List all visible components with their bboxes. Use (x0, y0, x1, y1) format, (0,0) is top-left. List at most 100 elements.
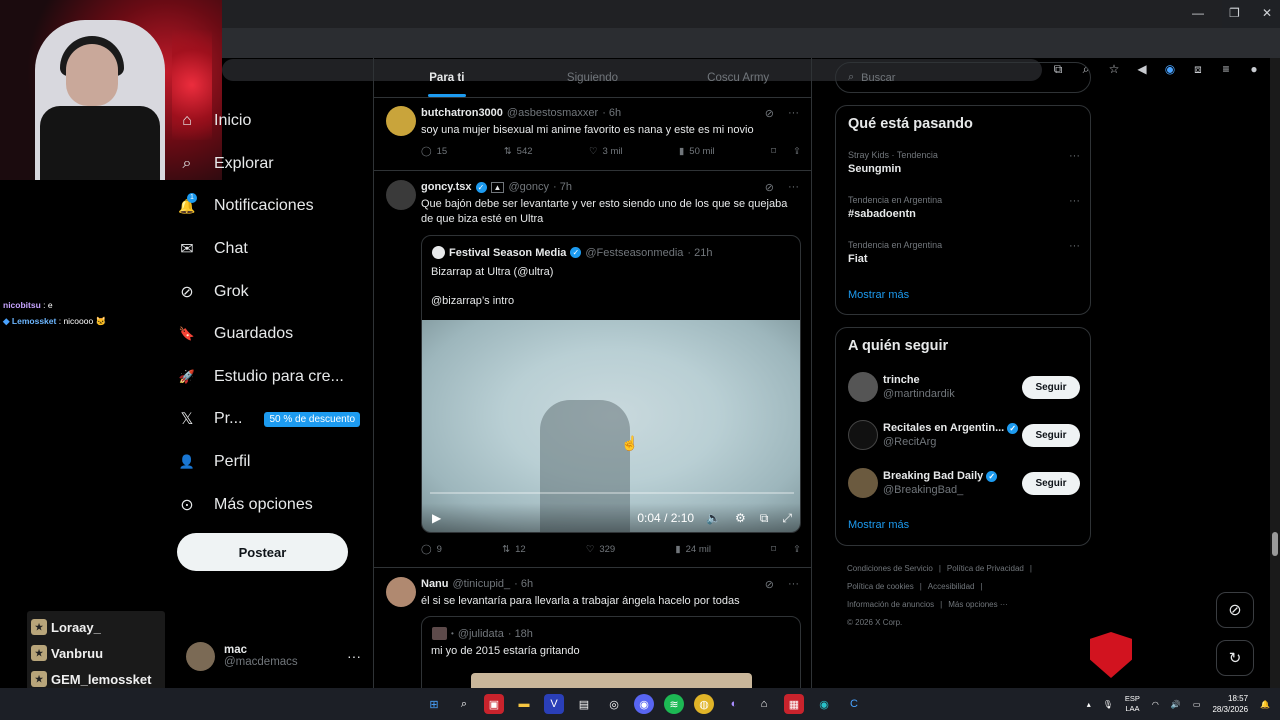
follow-show-more-link[interactable]: Mostrar más (848, 519, 909, 531)
wifi-icon[interactable]: ◠ (1152, 700, 1159, 709)
obs-icon[interactable]: ◎ (604, 694, 624, 714)
trend-item[interactable]: Tendencia en Argentina Fiat ··· (848, 240, 1080, 265)
avatar[interactable] (848, 468, 878, 498)
more-dots-icon[interactable]: ··· (1069, 240, 1080, 252)
extension-a-icon[interactable]: ◉ (1164, 62, 1176, 77)
star-icon[interactable]: ☆ (1108, 62, 1120, 77)
grok-icon[interactable]: ⊘ (765, 107, 774, 120)
avatar[interactable] (386, 577, 416, 607)
close-window-button[interactable]: ✕ (1262, 6, 1272, 20)
tweet-author-handle[interactable]: @tinicupid_ (453, 578, 511, 590)
minimize-button[interactable]: — (1192, 6, 1204, 20)
repost-button[interactable]: ⇅ 542 (504, 146, 533, 157)
browser-app-icon[interactable]: ◐ (724, 694, 744, 714)
account-switcher[interactable]: mac @macdemacs ··· (186, 640, 361, 672)
search-icon[interactable]: ⌕ (454, 694, 474, 714)
avatar[interactable] (386, 106, 416, 136)
tweet[interactable]: goncy.tsx ✓ ▲ @goncy · 7h ⊘ ··· Que bajón… (374, 172, 811, 568)
system-clock[interactable]: 18:57 28/3/2026 (1212, 693, 1248, 715)
vpn-app-icon[interactable]: V (544, 694, 564, 714)
footer-link[interactable]: Condiciones de Servicio (847, 564, 933, 573)
spotify-icon[interactable]: ≋ (664, 694, 684, 714)
extensions-icon[interactable]: ⧈ (1192, 62, 1204, 77)
pdf-app-icon[interactable]: ▤ (574, 694, 594, 714)
notification-bell-icon[interactable]: 🔔 (1260, 700, 1270, 709)
follow-suggestion[interactable]: Recitales en Argentin... ✓ @RecitArg Segu… (848, 417, 1080, 453)
keyboard-language[interactable]: ESP LAA (1125, 694, 1140, 714)
volume-icon[interactable]: 🔊 (1171, 700, 1181, 709)
scrollbar-thumb[interactable] (1272, 532, 1278, 556)
video-player[interactable]: ☝ ▶ 0:04 / 2:10 🔈 ⚙ ⧉ ⤢ (422, 320, 800, 532)
pip-icon[interactable]: ⧉ (760, 511, 769, 526)
tweet[interactable]: butchatron3000 @asbestosmaxxer · 6h ⊘ ···… (374, 98, 811, 171)
tweet[interactable]: Nanu @tinicupid_ · 6h ⊘ ··· él si se leva… (374, 569, 811, 688)
follow-suggestion[interactable]: trinche @martindardik Seguir (848, 369, 1080, 405)
tweet-author-handle[interactable]: @asbestosmaxxer (507, 107, 598, 119)
post-button[interactable]: Postear (177, 533, 348, 571)
trends-show-more-link[interactable]: Mostrar más (848, 289, 909, 301)
tweet-author-name[interactable]: butchatron3000 (421, 107, 503, 119)
file-explorer-icon[interactable]: ▬ (514, 694, 534, 714)
video-progress-bar[interactable] (430, 492, 794, 494)
footer-link[interactable]: Política de Privacidad (947, 564, 1024, 573)
views-button[interactable]: ▮ 50 mil (679, 146, 715, 157)
trend-item[interactable]: Tendencia en Argentina #sabadoentn ··· (848, 195, 1080, 220)
volume-icon[interactable]: 🔈 (706, 511, 721, 526)
more-dots-icon[interactable]: ··· (1069, 195, 1080, 207)
profile-icon[interactable]: ● (1248, 62, 1260, 77)
avatar[interactable] (848, 372, 878, 402)
grok-icon[interactable]: ⊘ (765, 578, 774, 591)
bookmark-button[interactable]: ⌑ ⇪ (771, 146, 801, 157)
share-icon[interactable]: ⇪ (793, 544, 801, 555)
trend-item[interactable]: Stray Kids · Tendencia Seungmin ··· (848, 150, 1080, 175)
windows-start-icon[interactable]: ⊞ (424, 694, 444, 714)
tweet-time[interactable]: · 7h (553, 181, 572, 193)
microphone-icon[interactable]: 🎙 (1103, 700, 1113, 709)
footer-link[interactable]: Información de anuncios (847, 600, 934, 609)
red-app-icon[interactable]: ▣ (484, 694, 504, 714)
more-dots-icon[interactable]: ··· (788, 107, 799, 120)
quote-image[interactable] (471, 673, 752, 688)
follow-name[interactable]: Breaking Bad Daily (883, 470, 983, 482)
nav-item-profile[interactable]: 👤 Perfil (178, 441, 368, 484)
tweet-time[interactable]: · 6h (602, 107, 621, 119)
chrome-icon[interactable]: ◍ (694, 694, 714, 714)
nav-item-notifications[interactable]: 🔔 1 Notificaciones (178, 185, 368, 228)
fullscreen-icon[interactable]: ⤢ (782, 511, 792, 526)
reply-button[interactable]: ◯ 9 (421, 544, 442, 555)
follow-button[interactable]: Seguir (1022, 423, 1080, 447)
avatar[interactable] (848, 420, 878, 450)
tweet-author-handle[interactable]: @goncy (508, 181, 549, 193)
repost-button[interactable]: ⇅ 12 (502, 544, 526, 555)
follow-name[interactable]: Recitales en Argentin... (883, 422, 1004, 434)
more-dots-icon[interactable]: ··· (1069, 150, 1080, 162)
follow-button[interactable]: Seguir (1022, 471, 1080, 495)
like-button[interactable]: ♡ 3 mil (589, 146, 623, 157)
settings-gear-icon[interactable]: ⚙ (735, 511, 746, 526)
views-button[interactable]: ▮ 24 mil (675, 544, 711, 555)
footer-link[interactable]: Más opciones ··· (948, 600, 1008, 609)
ccleaner-icon[interactable]: C (844, 694, 864, 714)
reply-button[interactable]: ◯ 15 (421, 146, 447, 157)
tweet-author-name[interactable]: goncy.tsx (421, 181, 472, 193)
grok-icon[interactable]: ⊘ (765, 181, 774, 194)
game-launcher-icon[interactable]: ▦ (784, 694, 804, 714)
avatar[interactable] (386, 180, 416, 210)
tweet-author-name[interactable]: Nanu (421, 578, 449, 590)
like-button[interactable]: ♡ 329 (586, 544, 615, 555)
battery-icon[interactable]: ▭ (1193, 700, 1201, 709)
quoted-tweet[interactable]: Festival Season Media ✓ @Festseasonmedia… (421, 235, 801, 533)
nav-item-bookmarks[interactable]: 🔖 Guardados (178, 313, 368, 356)
nav-item-more[interactable]: ⊙ Más opciones (178, 483, 368, 526)
follow-suggestion[interactable]: Breaking Bad Daily ✓ @BreakingBad_ Seguir (848, 465, 1080, 501)
nav-item-premium[interactable]: 𝕏 Pr... 50 % de descuento (178, 398, 368, 441)
home-app-icon[interactable]: ⌂ (754, 694, 774, 714)
nav-item-explore[interactable]: ⌕ Explorar (178, 143, 368, 186)
maximize-button[interactable]: ❐ (1229, 6, 1240, 20)
tab-search-icon[interactable]: ≡ (1220, 62, 1232, 77)
tab-para-ti[interactable]: Para ti (374, 58, 520, 97)
nav-item-chat[interactable]: ✉ Chat (178, 228, 368, 271)
more-dots-icon[interactable]: ··· (347, 648, 361, 664)
follow-button[interactable]: Seguir (1022, 375, 1080, 399)
play-icon[interactable]: ▶ (432, 511, 441, 525)
